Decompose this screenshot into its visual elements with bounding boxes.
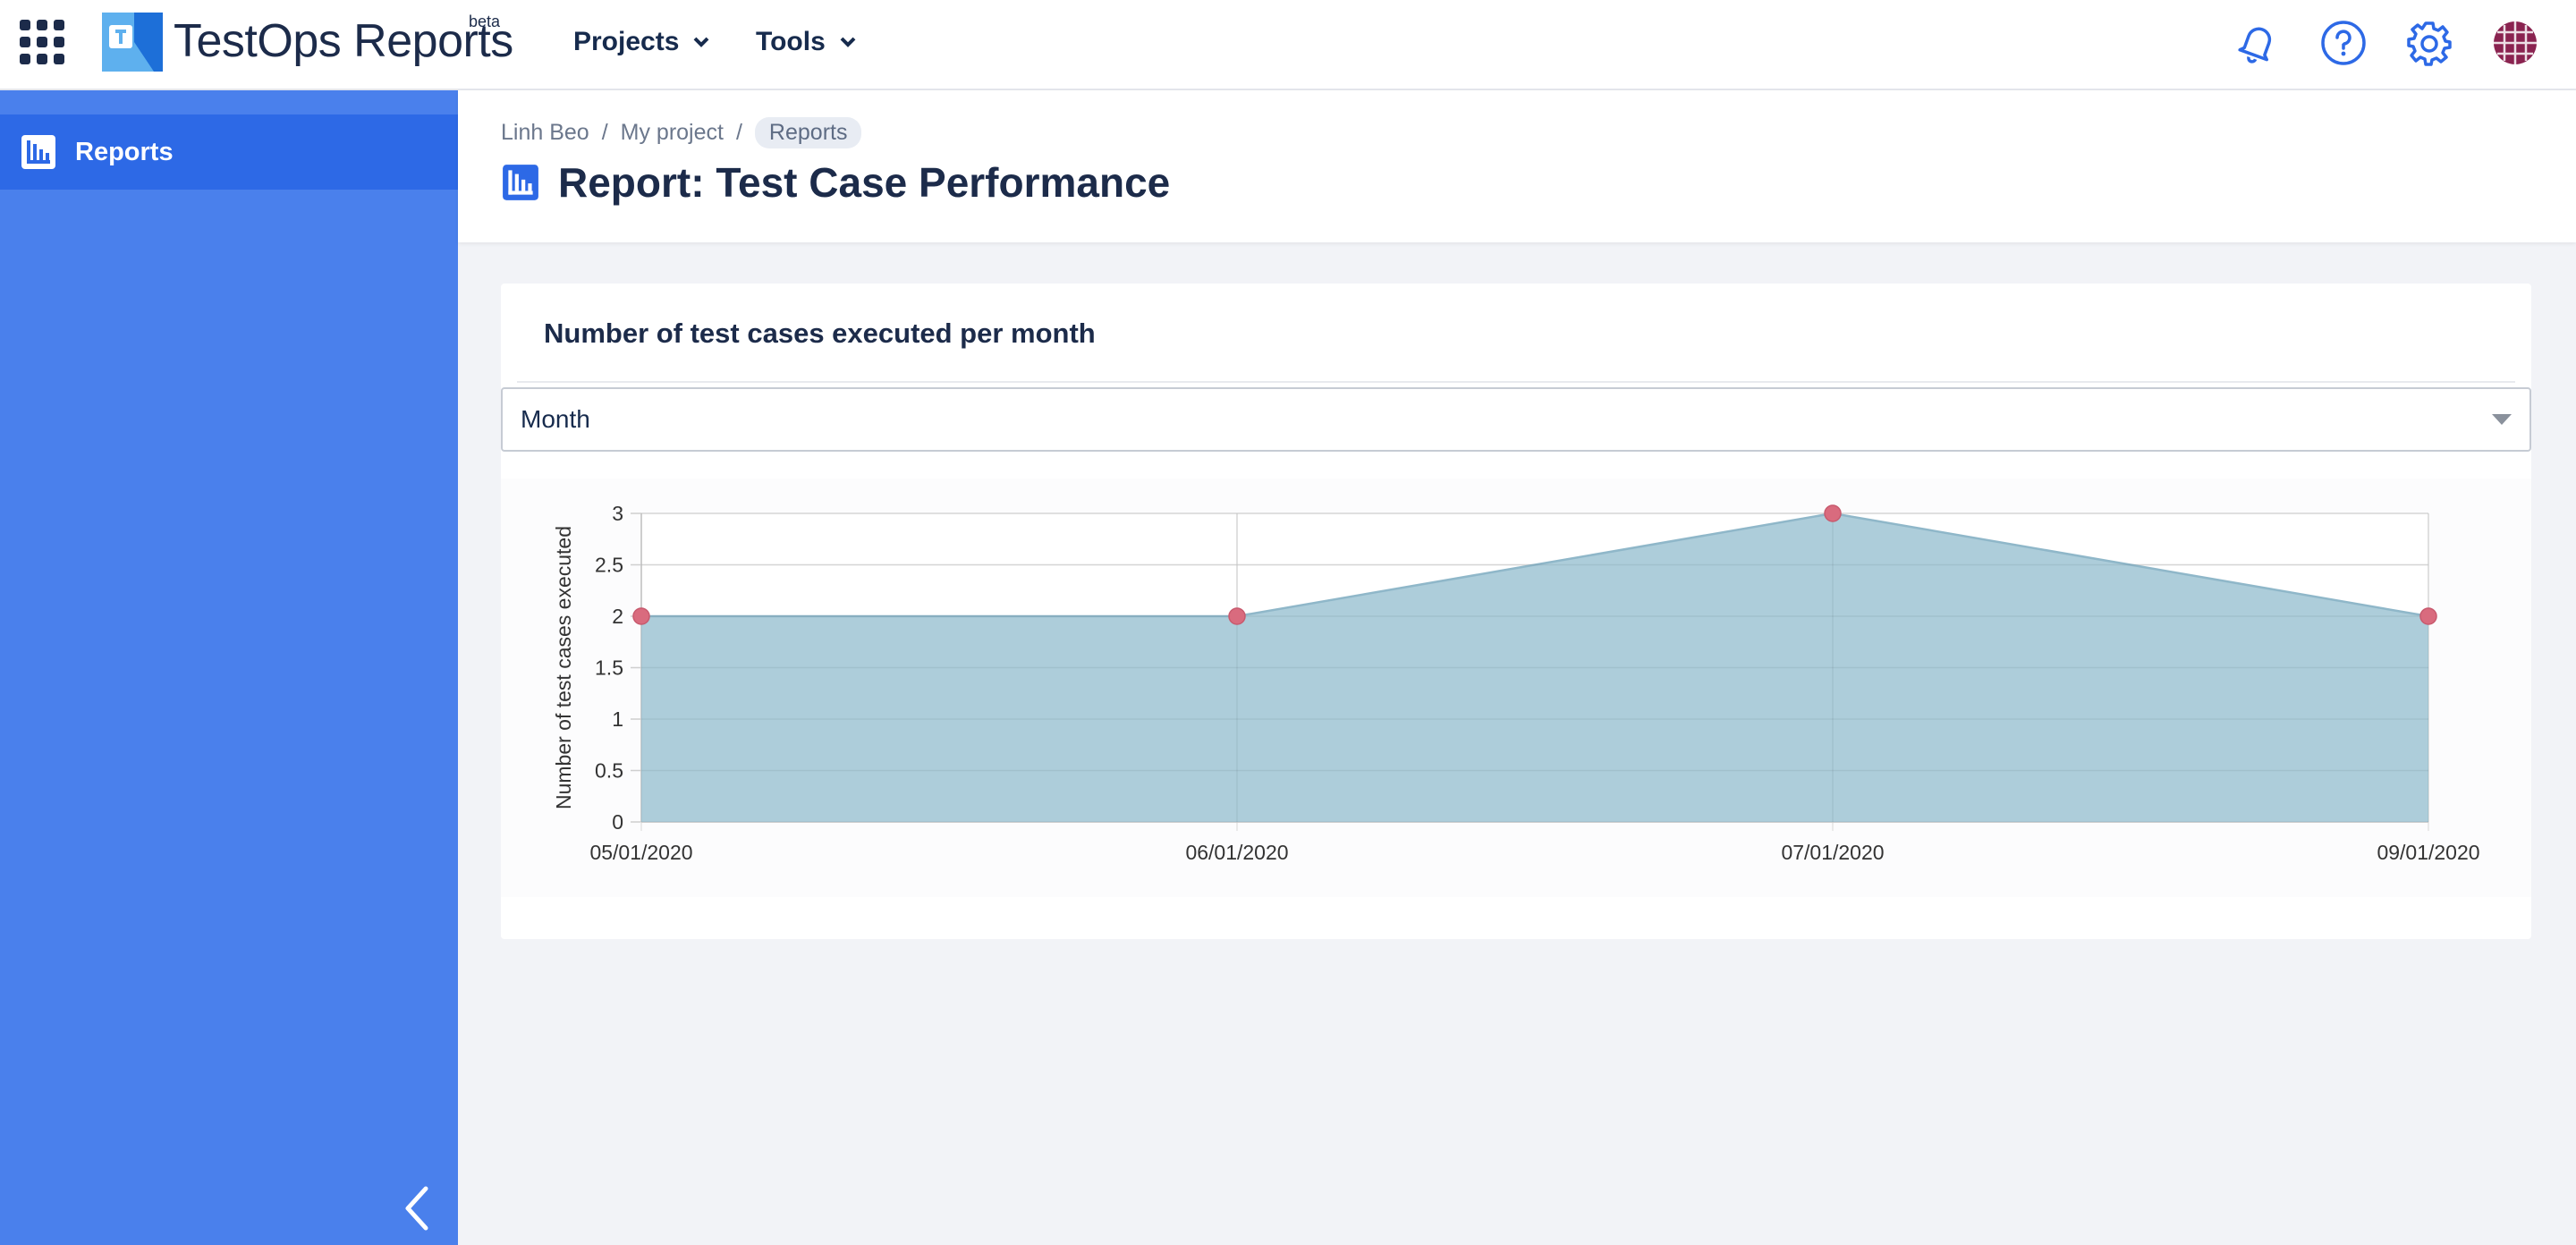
- data-point: [2419, 607, 2437, 625]
- nav-projects-label: Projects: [573, 27, 680, 56]
- divider: [517, 381, 2515, 383]
- user-avatar-icon[interactable]: [2492, 20, 2538, 66]
- caret-down-icon: [2492, 414, 2512, 425]
- data-point: [632, 607, 650, 625]
- y-axis-label: Number of test cases executed: [552, 526, 575, 809]
- y-tick-label: 1.5: [595, 656, 623, 680]
- data-point: [1824, 504, 1842, 522]
- y-tick-label: 0.5: [595, 759, 623, 783]
- report-card: Number of test cases executed per month …: [501, 284, 2531, 939]
- top-bar: TestOps Reports beta Projects Tools: [0, 0, 2576, 90]
- chart-container: 0 0.5 1 1.5 2 2.5 3 05/01/2020 06/01/2020 07/01/2…: [501, 479, 2531, 897]
- nav-tools[interactable]: Tools: [756, 27, 858, 57]
- y-tick-label: 3: [612, 502, 623, 525]
- breadcrumb-item-user[interactable]: Linh Beo: [501, 120, 589, 146]
- x-tick-label: 09/01/2020: [2377, 841, 2479, 864]
- report-chart-icon: [503, 165, 538, 200]
- sidebar-item-label: Reports: [75, 137, 174, 166]
- y-tick-label: 2: [612, 605, 623, 628]
- settings-gear-icon[interactable]: [2406, 20, 2453, 66]
- x-tick-label: 05/01/2020: [589, 841, 692, 864]
- app-grid-icon[interactable]: [20, 20, 64, 64]
- chevron-down-icon: [840, 37, 856, 47]
- beta-badge: beta: [469, 13, 501, 30]
- page-title: Report: Test Case Performance: [501, 158, 1170, 207]
- chevron-down-icon: [693, 37, 709, 47]
- y-tick-label: 0: [612, 810, 623, 834]
- data-point: [1228, 607, 1246, 625]
- page-title-text: Report: Test Case Performance: [558, 159, 1171, 206]
- sidebar-item-reports[interactable]: Reports: [0, 114, 458, 190]
- notification-bell-icon[interactable]: [2234, 20, 2281, 66]
- breadcrumb-item-current: Reports: [754, 117, 862, 148]
- collapse-sidebar-chevron-left-icon[interactable]: [399, 1183, 435, 1233]
- breadcrumb-item-project[interactable]: My project: [621, 120, 724, 146]
- help-icon[interactable]: [2320, 20, 2367, 66]
- y-tick-label: 1: [612, 707, 623, 731]
- period-select-value: Month: [521, 405, 590, 433]
- brand-name: TestOps Reports: [174, 15, 513, 67]
- x-tick-label: 06/01/2020: [1185, 841, 1288, 864]
- sidebar: Reports: [0, 90, 458, 1245]
- card-title: Number of test cases executed per month: [544, 318, 1096, 349]
- page-header: Linh Beo / My project / Reports Report: …: [458, 90, 2576, 242]
- breadcrumb-separator: /: [735, 120, 742, 145]
- testops-logo-icon[interactable]: [102, 13, 163, 72]
- nav-projects[interactable]: Projects: [573, 27, 711, 57]
- x-tick-label: 07/01/2020: [1781, 841, 1884, 864]
- nav-tools-label: Tools: [756, 27, 826, 56]
- area-chart: 0 0.5 1 1.5 2 2.5 3 05/01/2020 06/01/2020 07/01/2…: [552, 502, 2480, 864]
- report-chart-icon: [21, 135, 55, 169]
- y-tick-label: 2.5: [595, 554, 623, 577]
- breadcrumb: Linh Beo / My project / Reports: [501, 117, 862, 148]
- period-select[interactable]: Month: [501, 387, 2531, 452]
- breadcrumb-separator: /: [601, 120, 608, 145]
